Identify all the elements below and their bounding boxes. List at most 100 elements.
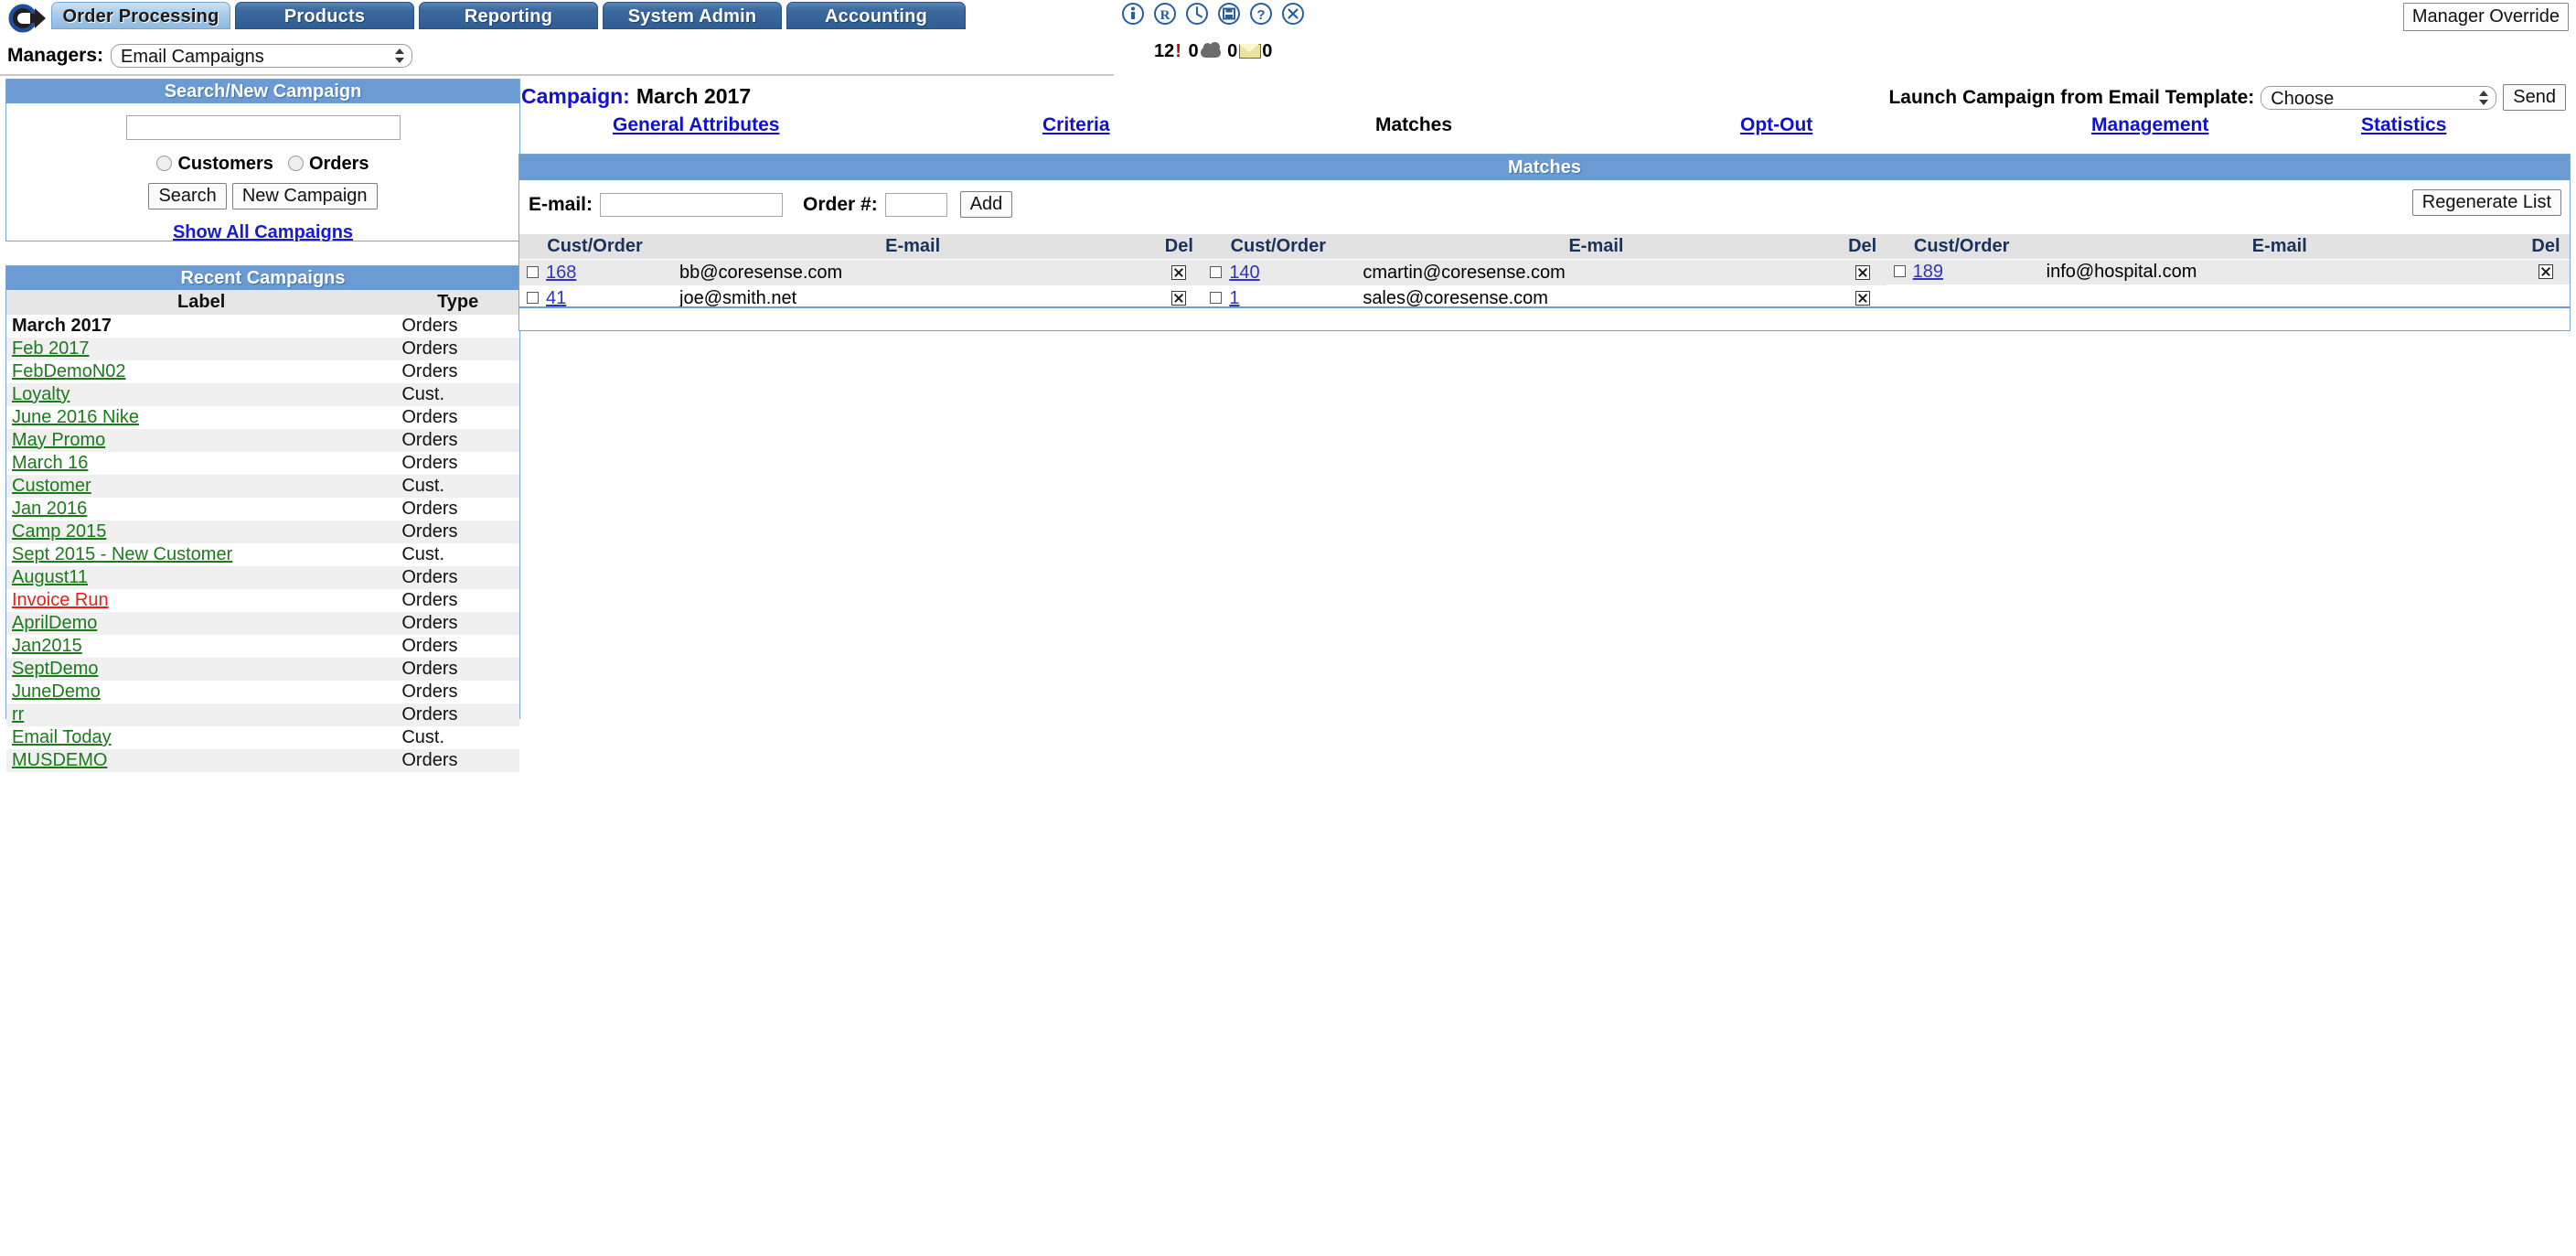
campaign-link[interactable]: May Promo <box>12 430 105 450</box>
cust-order-link[interactable]: 168 <box>546 263 576 283</box>
nav-link-opt-out[interactable]: Opt-Out <box>1740 114 1812 136</box>
tab-order-processing[interactable]: Order Processing <box>51 2 230 29</box>
info-person-icon[interactable] <box>1121 2 1145 26</box>
alerts-count: 12 <box>1154 41 1175 61</box>
campaign-type-cell: Orders <box>396 703 519 726</box>
table-row: 168 bb@coresense.com <box>519 259 1203 285</box>
send-button[interactable]: Send <box>2503 84 2566 111</box>
order-number-input[interactable] <box>884 192 947 217</box>
table-row: Jan2015 Orders <box>6 635 519 658</box>
row-checkbox[interactable] <box>1210 291 1223 304</box>
matches-panel-title: Matches <box>519 155 2570 180</box>
email-template-select[interactable]: Choose <box>2261 85 2497 110</box>
campaign-link[interactable]: Camp 2015 <box>12 521 106 542</box>
delete-x-icon[interactable] <box>2538 264 2553 279</box>
chevron-updown-icon <box>2479 90 2489 106</box>
campaign-label-cell: Email Today <box>6 726 397 749</box>
managers-select[interactable]: Email Campaigns <box>111 44 413 68</box>
show-all-campaigns-link[interactable]: Show All Campaigns <box>6 222 519 243</box>
table-row: March 16 Orders <box>6 452 519 475</box>
radio-orders-label: Orders <box>308 154 369 174</box>
radio-orders[interactable] <box>287 156 304 171</box>
add-button[interactable]: Add <box>959 191 1013 218</box>
cust-order-link[interactable]: 140 <box>1229 263 1259 283</box>
campaign-link[interactable]: Jan 2016 <box>12 499 87 519</box>
campaign-link[interactable]: AprilDemo <box>12 613 97 633</box>
row-checkbox[interactable] <box>1210 265 1223 278</box>
delete-x-icon[interactable] <box>1171 264 1187 280</box>
nav-link-statistics[interactable]: Statistics <box>2361 114 2446 136</box>
search-input[interactable] <box>125 115 401 140</box>
tab-reporting[interactable]: Reporting <box>419 2 598 29</box>
campaign-link[interactable]: rr <box>12 704 24 725</box>
tab-accounting[interactable]: Accounting <box>786 2 966 29</box>
matches-table-column-1: Cust/Order E-mail Del 168 bb@coresense.com 41… <box>519 234 1203 311</box>
campaign-link[interactable]: SeptDemo <box>12 659 99 679</box>
nav-link-criteria[interactable]: Criteria <box>1042 114 1110 136</box>
regenerate-list-button[interactable]: Regenerate List <box>2411 189 2561 216</box>
manager-override-button[interactable]: Manager Override <box>2402 3 2569 31</box>
campaign-label-current: March 2017 <box>6 315 397 338</box>
delete-x-icon[interactable] <box>1855 264 1870 280</box>
cust-order-cell: 168 <box>519 259 670 285</box>
table-row: MUSDEMO Orders <box>6 749 519 772</box>
email-cell: bb@coresense.com <box>670 259 1156 285</box>
column-header-cust-order: Cust/Order <box>1886 234 2037 260</box>
help-question-icon[interactable]: ? <box>1249 2 1273 26</box>
table-row: 140 cmartin@coresense.com <box>1202 259 1887 285</box>
nav-link-general-attributes[interactable]: General Attributes <box>613 114 779 136</box>
campaign-link[interactable]: FebDemoN02 <box>12 361 126 381</box>
campaign-type-cell: Orders <box>396 315 519 338</box>
search-buttons-row: Search New Campaign <box>6 183 519 209</box>
registered-r-icon[interactable]: R <box>1153 2 1177 26</box>
campaign-link[interactable]: MUSDEMO <box>12 750 107 770</box>
campaign-label-cell: Feb 2017 <box>6 338 397 360</box>
managers-row: Managers: Email Campaigns <box>7 44 413 73</box>
new-campaign-button[interactable]: New Campaign <box>231 183 378 209</box>
campaign-type-cell: Orders <box>396 406 519 429</box>
campaign-link[interactable]: June 2016 Nike <box>12 407 139 427</box>
row-checkbox[interactable] <box>527 291 539 304</box>
delete-cell <box>2521 259 2570 284</box>
radio-customers-label: Customers <box>177 154 273 174</box>
campaign-link[interactable]: Invoice Run <box>12 590 109 610</box>
save-disk-icon[interactable] <box>1217 2 1241 26</box>
cust-order-cell: 140 <box>1202 259 1354 285</box>
email-input[interactable] <box>600 192 784 217</box>
campaign-link[interactable]: Sept 2015 - New Customer <box>12 544 232 564</box>
campaign-link[interactable]: March 16 <box>12 453 88 473</box>
managers-label: Managers: <box>7 45 104 66</box>
close-x-icon[interactable] <box>1281 2 1305 26</box>
chevron-updown-icon <box>395 48 405 64</box>
campaign-link[interactable]: Feb 2017 <box>12 338 90 359</box>
clock-icon[interactable] <box>1185 2 1209 26</box>
cust-order-link[interactable]: 41 <box>546 288 566 308</box>
row-checkbox[interactable] <box>527 265 539 278</box>
email-cell: cmartin@coresense.com <box>1353 259 1839 285</box>
campaign-label-cell: Jan2015 <box>6 635 397 658</box>
campaign-link[interactable]: Jan2015 <box>12 636 82 656</box>
tab-system-admin[interactable]: System Admin <box>603 2 782 29</box>
top-navigation-bar: Order Processing Products Reporting System … <box>0 0 2576 37</box>
campaign-type-cell: Orders <box>396 635 519 658</box>
column-header-type: Type <box>396 290 519 315</box>
delete-x-icon[interactable] <box>1855 290 1870 306</box>
campaign-type-cell: Orders <box>396 360 519 383</box>
column-header-e-mail: E-mail <box>1353 234 1839 260</box>
row-checkbox[interactable] <box>1893 265 1906 277</box>
search-button[interactable]: Search <box>148 183 227 209</box>
campaign-link[interactable]: JuneDemo <box>12 682 101 702</box>
campaign-link[interactable]: August11 <box>12 567 88 587</box>
radio-customers[interactable] <box>156 156 173 171</box>
table-row: Invoice Run Orders <box>6 589 519 612</box>
cust-order-link[interactable]: 1 <box>1229 288 1239 308</box>
campaign-link[interactable]: Loyalty <box>12 384 69 404</box>
header-icon-group: R ? <box>1121 2 1313 33</box>
cust-order-link[interactable]: 189 <box>1913 262 1943 282</box>
delete-x-icon[interactable] <box>1171 290 1187 306</box>
campaign-link[interactable]: Customer <box>12 476 91 496</box>
email-field-label: E-mail: <box>529 193 593 215</box>
nav-link-management[interactable]: Management <box>2091 114 2208 136</box>
tab-products[interactable]: Products <box>235 2 414 29</box>
campaign-link[interactable]: Email Today <box>12 727 112 747</box>
